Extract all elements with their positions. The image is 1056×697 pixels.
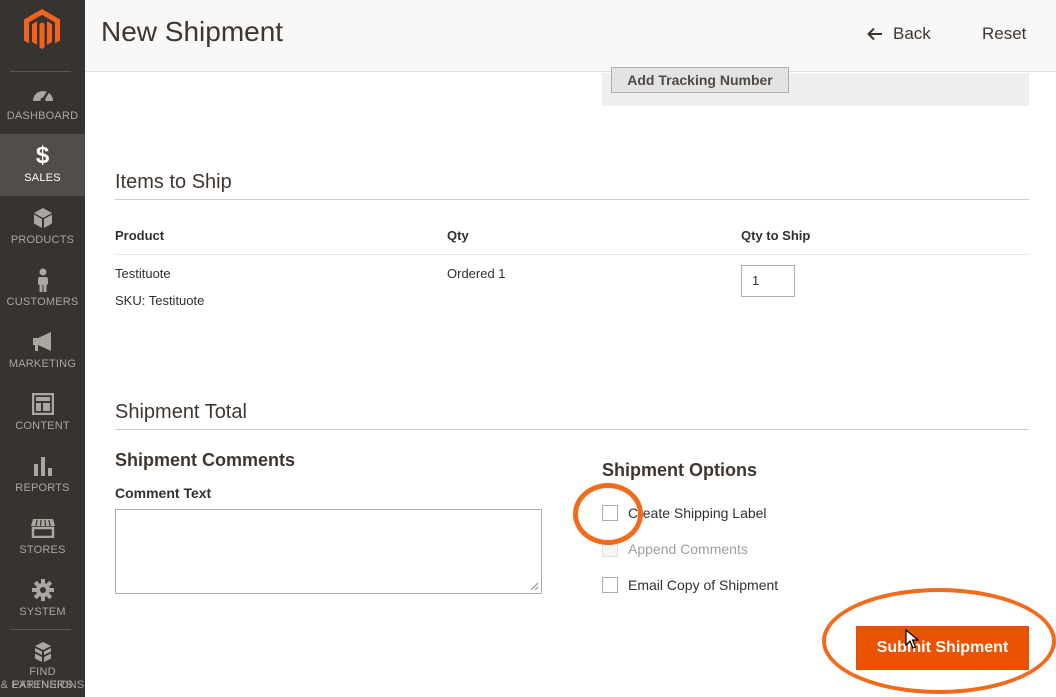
- email-copy-checkbox[interactable]: [602, 577, 618, 593]
- cube-icon: [0, 204, 85, 232]
- dashboard-icon: [0, 80, 85, 108]
- sidebar-item-products[interactable]: PRODUCTS: [0, 196, 85, 258]
- sidebar-item-reports[interactable]: REPORTS: [0, 444, 85, 506]
- sidebar-item-label: CUSTOMERS: [6, 296, 79, 308]
- annotation-circle: [573, 483, 643, 545]
- resize-handle-icon[interactable]: [530, 582, 539, 591]
- sidebar-item-content[interactable]: CONTENT: [0, 382, 85, 444]
- create-shipping-label-text: Create Shipping Label: [628, 505, 767, 521]
- column-header-qty: Qty: [447, 228, 469, 243]
- sidebar-item-marketing[interactable]: MARKETING: [0, 320, 85, 382]
- person-icon: [0, 266, 85, 294]
- sidebar-item-label: PRODUCTS: [10, 234, 75, 246]
- section-divider: [115, 429, 1029, 430]
- page-header: New Shipment Back Reset: [85, 0, 1056, 72]
- qty-to-ship-input[interactable]: 1: [741, 265, 795, 297]
- table-header-divider: [115, 254, 1029, 255]
- column-header-qty-to-ship: Qty to Ship: [741, 228, 811, 243]
- sidebar-divider: [10, 629, 71, 630]
- page-title: New Shipment: [101, 16, 284, 47]
- reset-button[interactable]: Reset: [982, 24, 1026, 44]
- magento-logo-icon[interactable]: [24, 9, 60, 51]
- annotation-circle: [822, 588, 1056, 694]
- sidebar-item-label: CONTENT: [15, 420, 70, 432]
- product-sku: SKU: Testituote: [115, 293, 205, 308]
- items-to-ship-title: Items to Ship: [115, 171, 232, 193]
- dollar-icon: $: [35, 142, 50, 169]
- partners-label-line2: & EXTENSIONS: [0, 679, 85, 691]
- sidebar-item-label: SALES: [24, 172, 61, 184]
- comment-text-label: Comment Text: [115, 485, 212, 501]
- email-copy-option[interactable]: Email Copy of Shipment: [602, 577, 778, 593]
- gear-icon: [0, 576, 85, 604]
- shipment-comments-title: Shipment Comments: [115, 450, 296, 470]
- append-comments-text: Append Comments: [628, 541, 748, 557]
- sidebar-item-label: DASHBOARD: [6, 110, 79, 122]
- sidebar-item-label: REPORTS: [15, 482, 70, 494]
- megaphone-icon: [0, 328, 85, 356]
- back-button-label: Back: [893, 24, 931, 43]
- storefront-icon: [0, 514, 85, 542]
- cubes-icon: [0, 640, 85, 664]
- sidebar-item-sales[interactable]: $ SALES: [0, 134, 85, 196]
- sidebar-item-label: MARKETING: [8, 358, 77, 370]
- column-header-product: Product: [115, 228, 165, 243]
- bar-chart-icon: [0, 452, 85, 480]
- product-name: Testituote: [115, 266, 171, 281]
- section-divider: [115, 199, 1029, 200]
- arrow-left-icon: [867, 27, 882, 41]
- email-copy-text: Email Copy of Shipment: [628, 577, 779, 593]
- admin-sidebar: DASHBOARD $ SALES PRODUCTS CUSTOMERS MAR…: [0, 0, 85, 697]
- sidebar-item-stores[interactable]: STORES: [0, 506, 85, 568]
- sidebar-item-partners[interactable]: FIND PARTNERS & EXTENSIONS: [0, 636, 85, 697]
- mouse-cursor-icon: [905, 629, 919, 649]
- sidebar-item-customers[interactable]: CUSTOMERS: [0, 258, 85, 320]
- comment-text-field[interactable]: [115, 509, 542, 594]
- append-comments-option: Append Comments: [602, 541, 748, 557]
- sidebar-item-label: STORES: [19, 544, 66, 556]
- layout-icon: [0, 390, 85, 418]
- add-tracking-number-button[interactable]: Add Tracking Number: [611, 67, 789, 93]
- sidebar-item-system[interactable]: SYSTEM: [0, 568, 85, 630]
- shipment-options-title: Shipment Options: [602, 460, 757, 480]
- shipment-total-title: Shipment Total: [115, 401, 247, 423]
- qty-ordered: Ordered 1: [447, 266, 506, 281]
- back-button[interactable]: Back: [867, 24, 931, 44]
- sidebar-item-dashboard[interactable]: DASHBOARD: [0, 72, 85, 134]
- sidebar-item-label: SYSTEM: [19, 606, 66, 618]
